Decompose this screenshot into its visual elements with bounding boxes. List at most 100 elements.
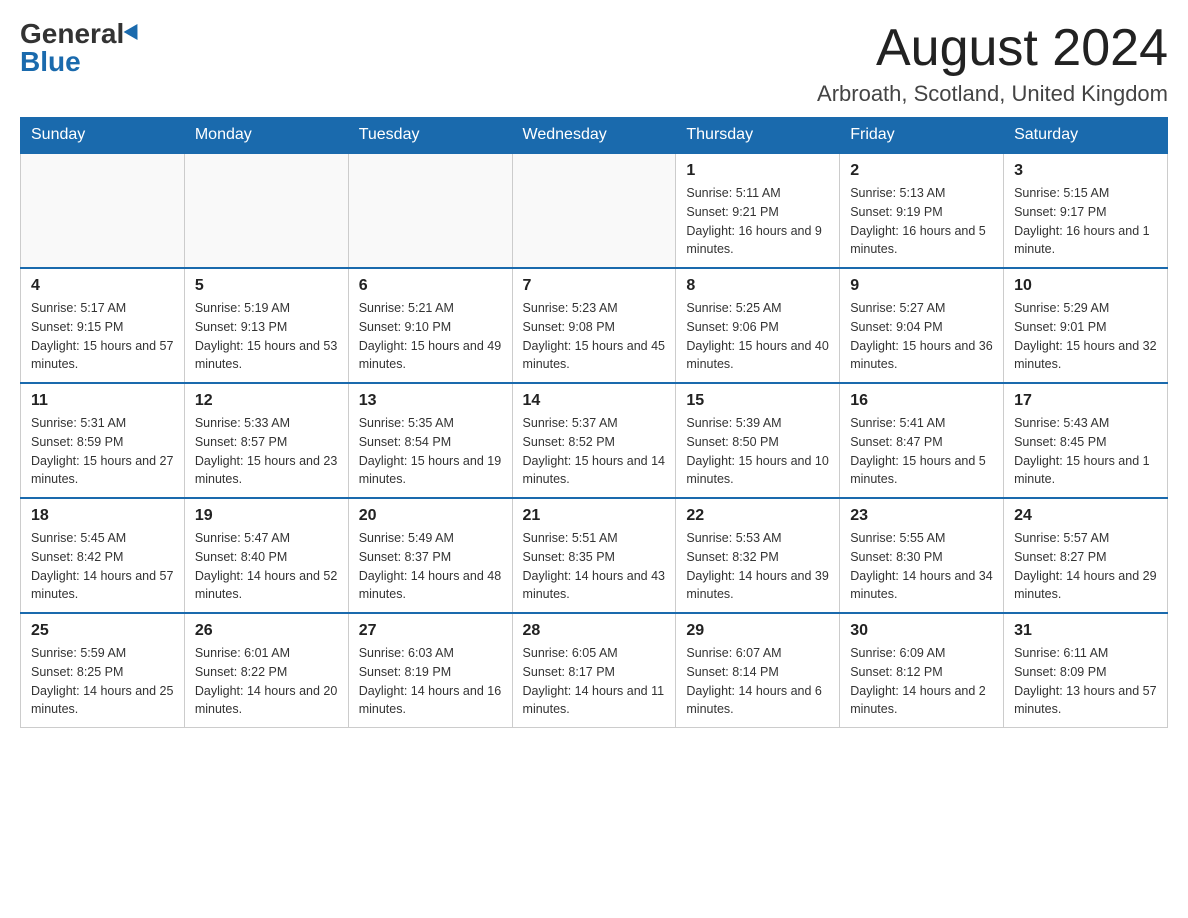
- calendar-cell: 25 Sunrise: 5:59 AM Sunset: 8:25 PM Dayli…: [21, 613, 185, 728]
- day-number: 11: [31, 392, 174, 410]
- day-info: Sunrise: 5:41 AM Sunset: 8:47 PM Dayligh…: [850, 414, 993, 489]
- day-info: Sunrise: 6:03 AM Sunset: 8:19 PM Dayligh…: [359, 644, 502, 719]
- calendar-cell: 24 Sunrise: 5:57 AM Sunset: 8:27 PM Dayli…: [1004, 498, 1168, 613]
- month-title: August 2024: [817, 20, 1168, 77]
- location-text: Arbroath, Scotland, United Kingdom: [817, 81, 1168, 107]
- weekday-header-monday: Monday: [184, 118, 348, 154]
- day-number: 10: [1014, 277, 1157, 295]
- day-number: 2: [850, 162, 993, 180]
- calendar-cell: 14 Sunrise: 5:37 AM Sunset: 8:52 PM Dayli…: [512, 383, 676, 498]
- day-number: 22: [686, 507, 829, 525]
- calendar-cell: 5Sunrise: 5:19 AM Sunset: 9:13 PM Daylig…: [184, 268, 348, 383]
- day-number: 16: [850, 392, 993, 410]
- day-info: Sunrise: 5:15 AM Sunset: 9:17 PM Dayligh…: [1014, 184, 1157, 259]
- day-number: 31: [1014, 622, 1157, 640]
- day-number: 14: [523, 392, 666, 410]
- page-header: General Blue August 2024 Arbroath, Scotl…: [20, 20, 1168, 107]
- calendar-table: SundayMondayTuesdayWednesdayThursdayFrid…: [20, 117, 1168, 728]
- calendar-cell: 29 Sunrise: 6:07 AM Sunset: 8:14 PM Dayli…: [676, 613, 840, 728]
- calendar-cell: 16 Sunrise: 5:41 AM Sunset: 8:47 PM Dayli…: [840, 383, 1004, 498]
- day-number: 13: [359, 392, 502, 410]
- day-number: 12: [195, 392, 338, 410]
- day-number: 18: [31, 507, 174, 525]
- day-info: Sunrise: 6:07 AM Sunset: 8:14 PM Dayligh…: [686, 644, 829, 719]
- calendar-cell: 7 Sunrise: 5:23 AM Sunset: 9:08 PM Daylig…: [512, 268, 676, 383]
- day-info: Sunrise: 6:09 AM Sunset: 8:12 PM Dayligh…: [850, 644, 993, 719]
- day-number: 25: [31, 622, 174, 640]
- calendar-cell: [21, 153, 185, 268]
- calendar-cell: 15 Sunrise: 5:39 AM Sunset: 8:50 PM Dayli…: [676, 383, 840, 498]
- calendar-cell: 9 Sunrise: 5:27 AM Sunset: 9:04 PM Daylig…: [840, 268, 1004, 383]
- day-number: 1: [686, 162, 829, 180]
- day-info: Sunrise: 5:13 AM Sunset: 9:19 PM Dayligh…: [850, 184, 993, 259]
- day-number: 9: [850, 277, 993, 295]
- day-number: 6: [359, 277, 502, 295]
- day-number: 20: [359, 507, 502, 525]
- calendar-cell: 11 Sunrise: 5:31 AM Sunset: 8:59 PM Dayli…: [21, 383, 185, 498]
- calendar-cell: 22 Sunrise: 5:53 AM Sunset: 8:32 PM Dayli…: [676, 498, 840, 613]
- calendar-cell: 6 Sunrise: 5:21 AM Sunset: 9:10 PM Daylig…: [348, 268, 512, 383]
- calendar-cell: [184, 153, 348, 268]
- day-info: Sunrise: 5:57 AM Sunset: 8:27 PM Dayligh…: [1014, 529, 1157, 604]
- day-info: Sunrise: 5:45 AM Sunset: 8:42 PM Dayligh…: [31, 529, 174, 604]
- day-info: Sunrise: 5:17 AM Sunset: 9:15 PM Dayligh…: [31, 299, 174, 374]
- weekday-header-saturday: Saturday: [1004, 118, 1168, 154]
- day-number: 30: [850, 622, 993, 640]
- day-info: Sunrise: 5:29 AM Sunset: 9:01 PM Dayligh…: [1014, 299, 1157, 374]
- day-info: Sunrise: 5:49 AM Sunset: 8:37 PM Dayligh…: [359, 529, 502, 604]
- day-info: Sunrise: 5:23 AM Sunset: 9:08 PM Dayligh…: [523, 299, 666, 374]
- day-number: 29: [686, 622, 829, 640]
- logo-triangle-icon: [124, 24, 145, 44]
- day-number: 21: [523, 507, 666, 525]
- calendar-cell: 3 Sunrise: 5:15 AM Sunset: 9:17 PM Daylig…: [1004, 153, 1168, 268]
- calendar-cell: 2 Sunrise: 5:13 AM Sunset: 9:19 PM Daylig…: [840, 153, 1004, 268]
- calendar-cell: 18 Sunrise: 5:45 AM Sunset: 8:42 PM Dayli…: [21, 498, 185, 613]
- calendar-cell: 27 Sunrise: 6:03 AM Sunset: 8:19 PM Dayli…: [348, 613, 512, 728]
- calendar-cell: 8 Sunrise: 5:25 AM Sunset: 9:06 PM Daylig…: [676, 268, 840, 383]
- day-info: Sunrise: 6:05 AM Sunset: 8:17 PM Dayligh…: [523, 644, 666, 719]
- day-info: Sunrise: 5:19 AM Sunset: 9:13 PM Dayligh…: [195, 299, 338, 374]
- calendar-week-row: 4Sunrise: 5:17 AM Sunset: 9:15 PM Daylig…: [21, 268, 1168, 383]
- day-info: Sunrise: 5:27 AM Sunset: 9:04 PM Dayligh…: [850, 299, 993, 374]
- calendar-cell: 13 Sunrise: 5:35 AM Sunset: 8:54 PM Dayli…: [348, 383, 512, 498]
- day-number: 15: [686, 392, 829, 410]
- calendar-cell: 26Sunrise: 6:01 AM Sunset: 8:22 PM Dayli…: [184, 613, 348, 728]
- day-info: Sunrise: 6:11 AM Sunset: 8:09 PM Dayligh…: [1014, 644, 1157, 719]
- day-info: Sunrise: 5:39 AM Sunset: 8:50 PM Dayligh…: [686, 414, 829, 489]
- calendar-header-row: SundayMondayTuesdayWednesdayThursdayFrid…: [21, 118, 1168, 154]
- calendar-week-row: 18 Sunrise: 5:45 AM Sunset: 8:42 PM Dayli…: [21, 498, 1168, 613]
- calendar-cell: 23Sunrise: 5:55 AM Sunset: 8:30 PM Dayli…: [840, 498, 1004, 613]
- day-info: Sunrise: 5:51 AM Sunset: 8:35 PM Dayligh…: [523, 529, 666, 604]
- day-info: Sunrise: 5:35 AM Sunset: 8:54 PM Dayligh…: [359, 414, 502, 489]
- day-number: 8: [686, 277, 829, 295]
- calendar-cell: 19Sunrise: 5:47 AM Sunset: 8:40 PM Dayli…: [184, 498, 348, 613]
- day-info: Sunrise: 5:25 AM Sunset: 9:06 PM Dayligh…: [686, 299, 829, 374]
- day-number: 7: [523, 277, 666, 295]
- day-info: Sunrise: 5:59 AM Sunset: 8:25 PM Dayligh…: [31, 644, 174, 719]
- calendar-cell: 4Sunrise: 5:17 AM Sunset: 9:15 PM Daylig…: [21, 268, 185, 383]
- weekday-header-thursday: Thursday: [676, 118, 840, 154]
- calendar-cell: 12Sunrise: 5:33 AM Sunset: 8:57 PM Dayli…: [184, 383, 348, 498]
- calendar-cell: 31 Sunrise: 6:11 AM Sunset: 8:09 PM Dayli…: [1004, 613, 1168, 728]
- weekday-header-sunday: Sunday: [21, 118, 185, 154]
- day-number: 27: [359, 622, 502, 640]
- calendar-cell: 17Sunrise: 5:43 AM Sunset: 8:45 PM Dayli…: [1004, 383, 1168, 498]
- day-info: Sunrise: 5:21 AM Sunset: 9:10 PM Dayligh…: [359, 299, 502, 374]
- day-number: 24: [1014, 507, 1157, 525]
- calendar-cell: 10 Sunrise: 5:29 AM Sunset: 9:01 PM Dayli…: [1004, 268, 1168, 383]
- calendar-cell: [348, 153, 512, 268]
- weekday-header-friday: Friday: [840, 118, 1004, 154]
- weekday-header-wednesday: Wednesday: [512, 118, 676, 154]
- day-number: 19: [195, 507, 338, 525]
- day-number: 17: [1014, 392, 1157, 410]
- title-section: August 2024 Arbroath, Scotland, United K…: [817, 20, 1168, 107]
- calendar-cell: 20 Sunrise: 5:49 AM Sunset: 8:37 PM Dayli…: [348, 498, 512, 613]
- day-number: 3: [1014, 162, 1157, 180]
- calendar-cell: [512, 153, 676, 268]
- weekday-header-tuesday: Tuesday: [348, 118, 512, 154]
- calendar-week-row: 25 Sunrise: 5:59 AM Sunset: 8:25 PM Dayli…: [21, 613, 1168, 728]
- day-info: Sunrise: 5:37 AM Sunset: 8:52 PM Dayligh…: [523, 414, 666, 489]
- day-info: Sunrise: 5:53 AM Sunset: 8:32 PM Dayligh…: [686, 529, 829, 604]
- day-info: Sunrise: 5:31 AM Sunset: 8:59 PM Dayligh…: [31, 414, 174, 489]
- logo-general-text: General: [20, 20, 124, 48]
